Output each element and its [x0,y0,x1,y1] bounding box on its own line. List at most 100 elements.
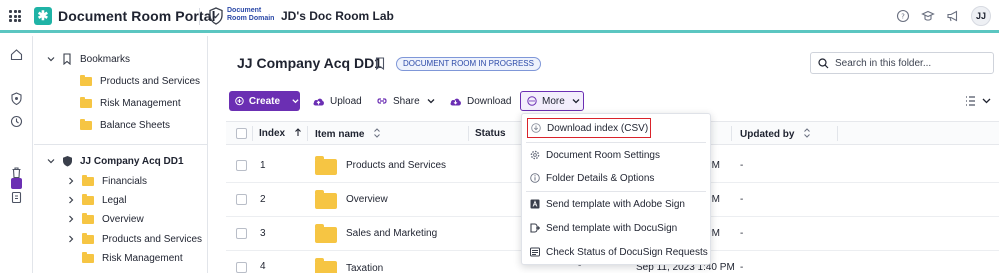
upload-button[interactable]: Upload [312,91,362,111]
create-button[interactable]: Create [229,91,300,111]
search-input[interactable] [835,56,985,71]
menu-item-docusign-status[interactable]: Check Status of DocuSign Requests [522,242,710,262]
row-checkbox[interactable] [236,262,247,273]
tree-item[interactable]: Risk Management [82,249,183,267]
trash-icon[interactable] [10,166,23,179]
security-icon[interactable] [10,92,23,105]
folder-icon [80,118,92,130]
column-divider [307,126,308,141]
chevron-right-icon[interactable] [66,195,76,205]
search-icon [818,58,829,69]
info-icon [530,173,540,183]
status-badge: DOCUMENT ROOM IN PROGRESS [396,57,541,71]
folder-icon [82,174,94,186]
menu-item-folder-details[interactable]: Folder Details & Options [522,168,710,188]
more-label: More [542,95,565,107]
gear-icon [530,150,540,160]
download-button[interactable]: Download [449,91,511,111]
shield-icon [63,156,72,167]
row-name[interactable]: Taxation [346,263,383,273]
menu-item-download-index[interactable]: Download index (CSV) [527,118,651,138]
column-header-status[interactable]: Status [475,128,506,139]
row-updated-by: - [740,228,744,239]
row-name[interactable]: Sales and Marketing [346,228,437,239]
row-name[interactable]: Products and Services [346,160,446,171]
bookmark-icon[interactable] [375,57,385,70]
tree-item[interactable]: Legal [66,191,126,209]
tree-label: Risk Management [102,252,183,264]
list-view-icon[interactable] [965,95,993,107]
app-grid-icon[interactable] [9,10,21,22]
row-updated-by: - [740,262,744,273]
tree-label: Overview [102,213,144,225]
column-divider [837,126,838,141]
tree-bookmarks[interactable]: Bookmarks [46,50,130,68]
row-checkbox[interactable] [236,228,247,239]
tree-label: Balance Sheets [100,119,171,131]
row-checkbox[interactable] [236,160,247,171]
tree-label: Financials [102,175,148,187]
shield-icon [209,7,223,25]
folder-icon [80,74,92,86]
menu-item-room-settings[interactable]: Document Room Settings [522,145,710,165]
chevron-right-icon[interactable] [66,234,76,244]
app-title: Document Room Portal [58,8,216,24]
more-icon [527,96,537,106]
row-index: 2 [260,194,266,205]
row-index: 3 [260,228,266,239]
domain-title[interactable]: JD's Doc Room Lab [281,9,394,23]
more-button[interactable]: More [520,91,584,111]
help-icon[interactable]: ? [896,9,910,23]
folder-icon [82,232,94,244]
row-checkbox[interactable] [236,194,247,205]
link-icon [377,98,387,104]
list-check-icon [530,247,540,257]
tree-item[interactable]: Products and Services [66,230,202,248]
share-label: Share [393,95,420,107]
column-header-updated-by[interactable]: Updated by [740,128,811,140]
select-all-checkbox[interactable] [236,128,247,139]
menu-divider [526,191,706,192]
row-name[interactable]: Overview [346,194,388,205]
row-updated-by: - [740,160,744,171]
chevron-right-icon[interactable] [66,214,76,224]
tree-item[interactable]: Overview [66,210,144,228]
more-menu: Download index (CSV) Document Room Setti… [521,113,711,265]
folder-icon [315,156,337,175]
chevron-down-icon [572,99,580,104]
column-header-name[interactable]: Item name [315,128,381,140]
sort-icon [804,128,811,138]
home-icon[interactable] [10,48,23,61]
top-bar: ✱ Document Room Portal Document Room Dom… [0,0,999,33]
archive-icon[interactable] [10,191,23,204]
chevron-down-icon [292,99,299,104]
document-room-icon[interactable] [11,178,22,189]
row-index: 1 [260,160,266,171]
tree-divider [34,144,208,145]
menu-item-adobe-sign[interactable]: Send template with Adobe Sign [522,194,710,214]
download-icon [531,123,541,133]
clock-icon[interactable] [10,115,23,128]
left-rail [0,36,33,273]
announcement-icon[interactable] [946,9,960,23]
tree-room[interactable]: JJ Company Acq DD1 [46,152,184,170]
chevron-right-icon[interactable] [66,176,76,186]
sort-asc-icon [295,128,301,136]
tree-item[interactable]: Risk Management [80,94,181,112]
cloud-download-icon [450,98,461,105]
share-button[interactable]: Share [376,91,441,111]
column-header-index[interactable]: Index [259,128,302,139]
tree-item[interactable]: Financials [66,172,147,190]
user-avatar[interactable]: JJ [971,6,991,26]
tree-label: Risk Management [100,97,181,109]
svg-text:?: ? [901,13,905,21]
tree-item[interactable]: Products and Services [80,72,200,90]
page-title: JJ Company Acq DD1 [237,55,382,71]
learning-icon[interactable] [921,9,935,23]
chevron-down-icon[interactable] [46,54,56,64]
search-box[interactable] [810,52,994,74]
menu-item-docusign[interactable]: Send template with DocuSign [522,218,710,238]
tree-item[interactable]: Balance Sheets [80,116,170,134]
tree-label: JJ Company Acq DD1 [80,155,184,167]
chevron-down-icon[interactable] [46,156,56,166]
